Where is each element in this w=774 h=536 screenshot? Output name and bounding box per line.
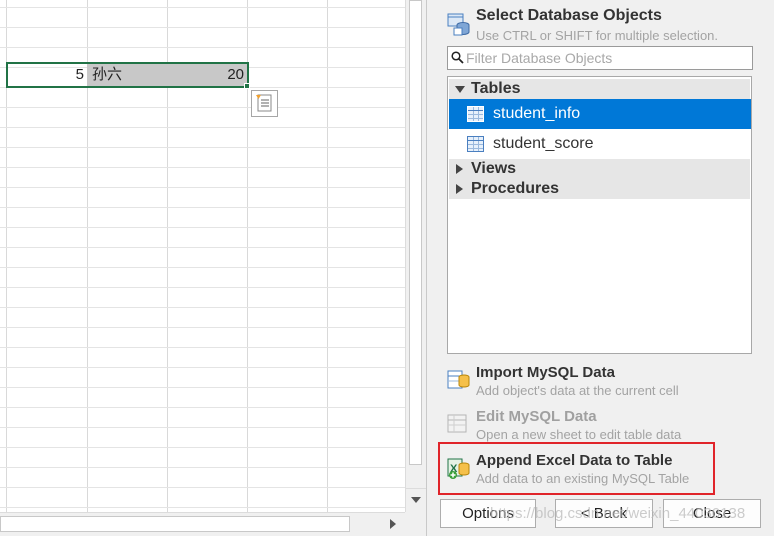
grid-row-line [0,47,405,48]
panel-title: Select Database Objects [476,7,662,24]
tree-group-tables[interactable]: Tables [449,79,750,99]
chevron-down-icon [411,497,421,503]
table-icon [467,106,484,122]
tree-group-label: Views [471,160,517,177]
grid-row-line [0,187,405,188]
vertical-scroll-thumb[interactable] [409,0,422,465]
horizontal-scroll-thumb[interactable] [0,516,350,532]
mysql-side-panel: Select Database Objects Use CTRL or SHIF… [426,0,774,536]
action-title: Import MySQL Data [476,364,615,381]
filter-input[interactable] [466,49,746,67]
action-subtitle: Open a new sheet to edit table data [476,427,682,442]
grid-row-line [0,167,405,168]
import-data-icon [447,370,470,389]
action-subtitle: Add object's data at the current cell [476,383,679,398]
tree-group-label: Tables [471,80,521,97]
import-mysql-data-action[interactable]: Import MySQL Data Add object's data at t… [445,362,755,398]
grid-row-line [0,487,405,488]
grid-row-line [0,467,405,468]
grid-row-line [0,227,405,228]
database-objects-icon [447,12,471,36]
database-object-tree[interactable]: Tables student_info student_score Views … [447,76,752,354]
vertical-scrollbar[interactable] [405,0,426,512]
grid-row-line [0,447,405,448]
grid-row-line [0,207,405,208]
grid-row-line [0,387,405,388]
filter-box[interactable] [447,46,753,70]
close-button[interactable]: Close [663,499,761,528]
tree-group-procedures[interactable]: Procedures [449,179,750,199]
grid-row-line [0,107,405,108]
grid-row-line [0,307,405,308]
tree-item-label: student_score [493,135,594,152]
tree-group-views[interactable]: Views [449,159,750,179]
grid-row-line [0,347,405,348]
quick-analysis-icon[interactable] [251,90,278,117]
grid-column-line [327,0,328,512]
options-button[interactable]: Options [440,499,536,528]
expand-right-icon[interactable] [456,164,463,174]
scroll-right-button[interactable] [381,513,403,535]
fill-handle[interactable] [244,83,250,89]
grid-row-line [0,7,405,8]
grid-row-line [0,507,405,508]
panel-subtitle: Use CTRL or SHIFT for multiple selection… [476,28,719,43]
grid-row-line [0,267,405,268]
expand-right-icon[interactable] [456,184,463,194]
edit-mysql-data-action: Edit MySQL Data Open a new sheet to edit… [445,406,755,442]
tree-item-student-info[interactable]: student_info [449,99,751,129]
back-button[interactable]: < Back [555,499,653,528]
expand-down-icon[interactable] [455,86,465,93]
scroll-down-button[interactable] [406,488,426,510]
edit-data-icon [447,414,467,433]
spreadsheet-grid[interactable]: 5 孙六 20 [0,0,405,512]
horizontal-scrollbar[interactable] [0,512,405,536]
search-icon [451,51,464,64]
tree-item-student-score[interactable]: student_score [449,129,751,159]
tree-item-label: student_info [493,105,581,122]
grid-row-line [0,27,405,28]
grid-row-line [0,327,405,328]
table-icon [467,136,484,152]
grid-row-line [0,147,405,148]
action-title: Edit MySQL Data [476,408,597,425]
grid-row-line [0,407,405,408]
grid-row-line [0,427,405,428]
chevron-right-icon [390,519,396,529]
grid-row-line [0,247,405,248]
selection-border [6,62,249,88]
grid-row-line [0,127,405,128]
tree-group-label: Procedures [471,180,560,197]
grid-row-line [0,367,405,368]
highlight-annotation-box [438,442,715,495]
grid-row-line [0,287,405,288]
